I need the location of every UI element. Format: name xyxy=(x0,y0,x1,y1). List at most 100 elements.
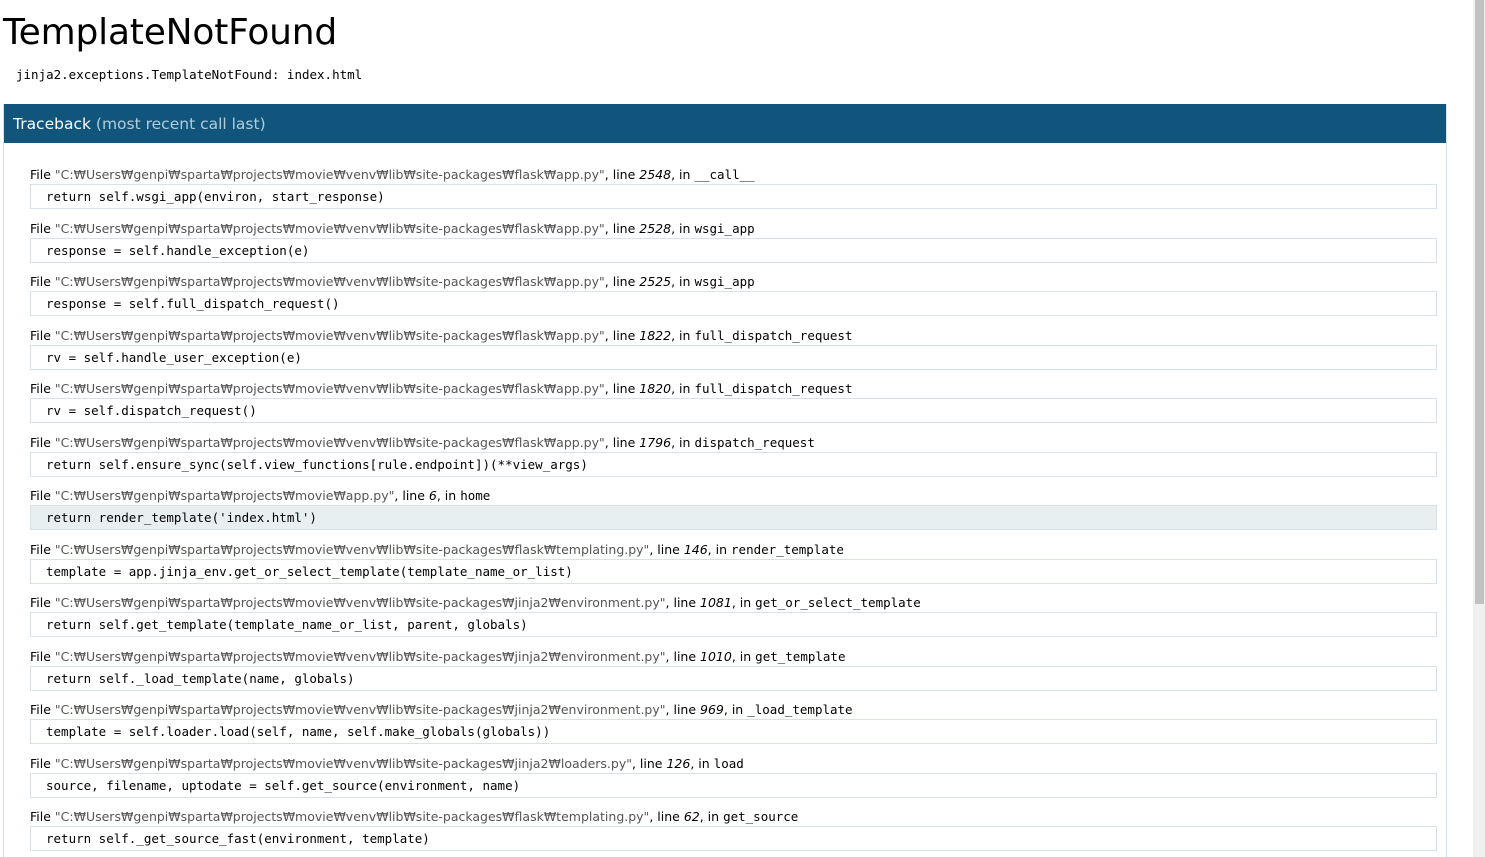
in-word: in xyxy=(679,434,691,450)
frame-code-current[interactable]: return render_template('index.html') xyxy=(30,505,1437,530)
frame-filename: "C:₩Users₩genpi₩sparta₩projects₩movie₩ve… xyxy=(54,434,605,450)
frame-filename: "C:₩Users₩genpi₩sparta₩projects₩movie₩ve… xyxy=(54,648,666,664)
frame-lineno: 146 xyxy=(683,541,708,557)
file-word: File xyxy=(30,167,51,182)
frame-function: _load_template xyxy=(747,702,853,717)
in-word: in xyxy=(444,488,457,503)
frame-location: File "C:₩Users₩genpi₩sparta₩projects₩mov… xyxy=(30,220,755,236)
file-word: File xyxy=(30,809,51,824)
frame-lineno: 6 xyxy=(428,488,437,503)
file-word: File xyxy=(30,541,51,557)
frame-lineno: 1796 xyxy=(639,434,672,450)
traceback-frames: File "C:₩Users₩genpi₩sparta₩projects₩mov… xyxy=(30,166,1437,857)
frame-function: load xyxy=(713,755,744,771)
file-word: File xyxy=(30,274,51,289)
error-page: TemplateNotFound jinja2.exceptions.Templ… xyxy=(0,0,1485,857)
frame-location: File "C:₩Users₩genpi₩sparta₩projects₩mov… xyxy=(30,274,755,289)
frame-location: File "C:₩Users₩genpi₩sparta₩projects₩mov… xyxy=(30,488,491,503)
line-word: line xyxy=(402,488,425,503)
frame-code[interactable]: rv = self.handle_user_exception(e) xyxy=(30,344,1437,370)
frame-lineno: 2528 xyxy=(639,220,672,236)
traceback-frame: File "C:₩Users₩genpi₩sparta₩projects₩mov… xyxy=(30,380,1437,434)
in-word: in xyxy=(698,755,710,771)
frame-lineno: 2548 xyxy=(639,167,672,182)
frame-filename: "C:₩Users₩genpi₩sparta₩projects₩movie₩ve… xyxy=(54,220,605,236)
file-word: File xyxy=(30,327,51,343)
line-word: line xyxy=(612,434,636,450)
file-word: File xyxy=(30,595,51,610)
file-word: File xyxy=(30,220,51,236)
error-title: TemplateNotFound xyxy=(3,12,338,53)
traceback-frame: File "C:₩Users₩genpi₩sparta₩projects₩mov… xyxy=(30,220,1437,274)
traceback-frame: File "C:₩Users₩genpi₩sparta₩projects₩mov… xyxy=(30,701,1437,755)
file-word: File xyxy=(30,488,51,503)
file-word: File xyxy=(30,381,51,396)
frame-location: File "C:₩Users₩genpi₩sparta₩projects₩mov… xyxy=(30,434,815,450)
line-word: line xyxy=(673,648,697,664)
line-word: line xyxy=(639,755,663,771)
frame-lineno: 62 xyxy=(683,809,700,824)
frame-code[interactable]: return self.wsgi_app(environ, start_resp… xyxy=(30,184,1437,209)
frame-filename: "C:₩Users₩genpi₩sparta₩projects₩movie₩ve… xyxy=(54,595,666,610)
in-word: in xyxy=(679,220,691,236)
in-word: in xyxy=(739,648,752,664)
frame-code[interactable]: template = app.jinja_env.get_or_select_t… xyxy=(30,558,1437,584)
file-word: File xyxy=(30,755,51,771)
in-word: in xyxy=(715,541,728,557)
frame-function: full_dispatch_request xyxy=(694,327,853,343)
frame-location: File "C:₩Users₩genpi₩sparta₩projects₩mov… xyxy=(30,541,844,557)
line-word: line xyxy=(612,274,636,289)
frame-filename: "C:₩Users₩genpi₩sparta₩projects₩movie₩ve… xyxy=(54,167,605,182)
frame-location: File "C:₩Users₩genpi₩sparta₩projects₩mov… xyxy=(30,595,921,610)
frame-code[interactable]: return self.get_template(template_name_o… xyxy=(30,612,1437,637)
traceback-panel: Traceback (most recent call last) File "… xyxy=(3,104,1447,857)
frame-lineno: 2525 xyxy=(639,274,672,289)
frame-code[interactable]: rv = self.dispatch_request() xyxy=(30,398,1437,423)
in-word: in xyxy=(739,595,752,610)
frame-code[interactable]: response = self.handle_exception(e) xyxy=(30,237,1437,263)
frame-location: File "C:₩Users₩genpi₩sparta₩projects₩mov… xyxy=(30,327,853,343)
frame-filename: "C:₩Users₩genpi₩sparta₩projects₩movie₩ve… xyxy=(54,702,666,717)
in-word: in xyxy=(679,327,691,343)
frame-filename: "C:₩Users₩genpi₩sparta₩projects₩movie₩ve… xyxy=(54,381,605,396)
scrollbar-thumb[interactable] xyxy=(1475,0,1484,604)
traceback-frame: File "C:₩Users₩genpi₩sparta₩projects₩mov… xyxy=(30,327,1437,381)
in-word: in xyxy=(731,702,744,717)
frame-lineno: 1081 xyxy=(700,595,732,610)
traceback-frame: File "C:₩Users₩genpi₩sparta₩projects₩mov… xyxy=(30,648,1437,702)
traceback-frame: File "C:₩Users₩genpi₩sparta₩projects₩mov… xyxy=(30,755,1437,809)
frame-function: __call__ xyxy=(694,167,755,182)
frame-code[interactable]: return self._get_source_fast(environment… xyxy=(30,826,1437,851)
line-word: line xyxy=(673,702,697,717)
file-word: File xyxy=(30,434,51,450)
frame-code[interactable]: return self.ensure_sync(self.view_functi… xyxy=(30,451,1437,477)
frame-location: File "C:₩Users₩genpi₩sparta₩projects₩mov… xyxy=(30,648,846,664)
line-word: line xyxy=(612,327,636,343)
in-word: in xyxy=(707,809,720,824)
frame-function: get_template xyxy=(755,648,846,664)
frame-function: home xyxy=(460,488,491,503)
frame-function: get_source xyxy=(723,809,799,824)
frame-code[interactable]: response = self.full_dispatch_request() xyxy=(30,291,1437,316)
line-word: line xyxy=(657,809,680,824)
line-word: line xyxy=(657,541,680,557)
frame-filename: "C:₩Users₩genpi₩sparta₩projects₩movie₩ve… xyxy=(54,755,632,771)
frame-location: File "C:₩Users₩genpi₩sparta₩projects₩mov… xyxy=(30,702,853,717)
frame-lineno: 1010 xyxy=(700,648,732,664)
frame-filename: "C:₩Users₩genpi₩sparta₩projects₩movie₩ve… xyxy=(54,541,650,557)
traceback-frame: File "C:₩Users₩genpi₩sparta₩projects₩mov… xyxy=(30,273,1437,327)
vertical-scrollbar[interactable] xyxy=(1473,0,1485,857)
frame-code[interactable]: template = self.loader.load(self, name, … xyxy=(30,719,1437,744)
frame-code[interactable]: source, filename, uptodate = self.get_so… xyxy=(30,772,1437,798)
traceback-frame: File "C:₩Users₩genpi₩sparta₩projects₩mov… xyxy=(30,594,1437,648)
traceback-frame: File "C:₩Users₩genpi₩sparta₩projects₩mov… xyxy=(30,808,1437,857)
in-word: in xyxy=(679,167,691,182)
frame-function: dispatch_request xyxy=(694,434,815,450)
frame-code[interactable]: return self._load_template(name, globals… xyxy=(30,665,1437,691)
frame-location: File "C:₩Users₩genpi₩sparta₩projects₩mov… xyxy=(30,381,853,396)
traceback-frame: File "C:₩Users₩genpi₩sparta₩projects₩mov… xyxy=(30,434,1437,488)
line-word: line xyxy=(612,220,636,236)
error-message: jinja2.exceptions.TemplateNotFound: inde… xyxy=(16,67,363,82)
traceback-header: Traceback (most recent call last) xyxy=(4,104,1446,143)
in-word: in xyxy=(679,381,691,396)
